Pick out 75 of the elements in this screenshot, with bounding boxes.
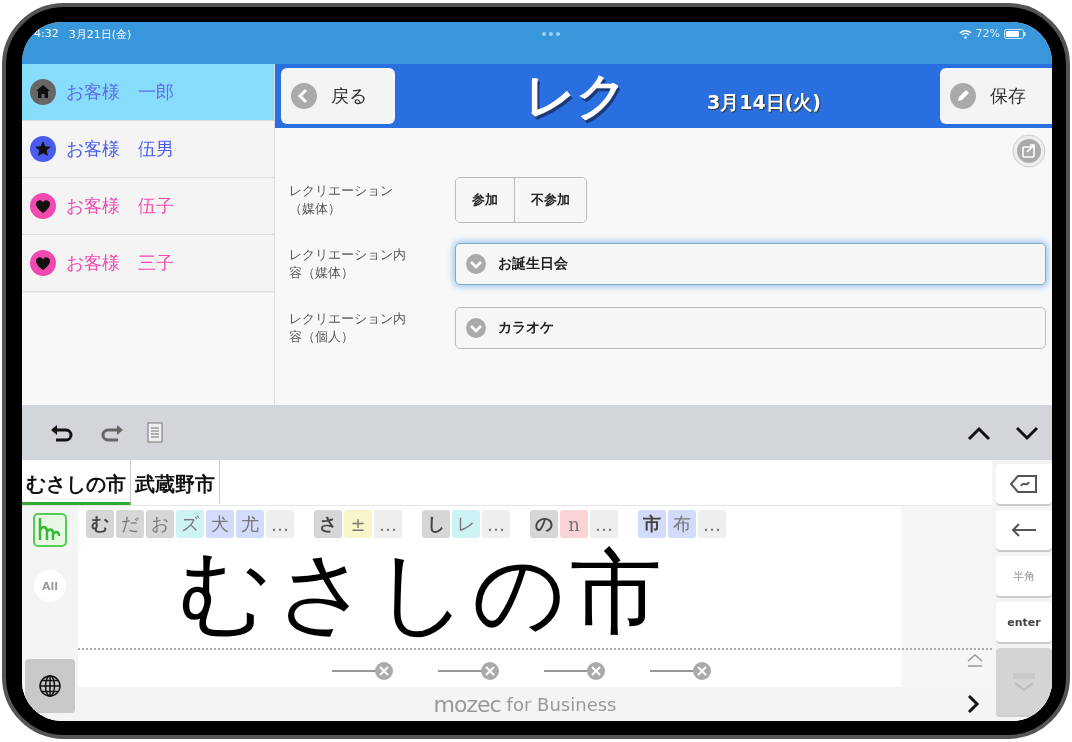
dropdown-field[interactable]: お誕生日会: [455, 243, 1046, 285]
page-title: レク: [525, 65, 627, 127]
chevron-down-icon: [466, 318, 486, 338]
candidate-chip[interactable]: 市: [638, 510, 666, 538]
expand-up-icon[interactable]: [966, 653, 984, 669]
chevron-right-icon[interactable]: [966, 693, 980, 715]
enter-key[interactable]: enter: [996, 602, 1052, 642]
candidate-chip[interactable]: …: [698, 510, 726, 538]
wifi-icon: [958, 28, 972, 39]
chevron-down-icon: [466, 254, 486, 274]
handwriting-mode-icon[interactable]: [32, 512, 68, 548]
customer-name: お客様 伍子: [66, 194, 174, 218]
customer-name: お客様 三子: [66, 251, 174, 275]
customer-name: お客様 一郎: [66, 80, 174, 104]
page-date: 3月14日(火): [707, 90, 822, 115]
customer-name: お客様 伍男: [66, 137, 174, 161]
back-button[interactable]: 戻る: [281, 68, 395, 124]
space-key[interactable]: 半角: [996, 556, 1052, 596]
customer-list-item[interactable]: お客様 伍男: [22, 121, 274, 178]
status-date: 3月21日(金): [68, 27, 132, 42]
backspace-key[interactable]: [996, 464, 1052, 504]
chevron-left-icon: [291, 83, 317, 109]
share-icon[interactable]: [1012, 134, 1046, 168]
arrow-left-icon: [1010, 522, 1038, 538]
customer-list-item[interactable]: お客様 一郎: [22, 64, 274, 121]
status-time: 4:32: [34, 27, 59, 40]
field-label: レクリエーション内: [289, 245, 406, 264]
all-button[interactable]: All: [34, 570, 66, 602]
stroke-delete-icon[interactable]: [438, 661, 500, 681]
candidate-chip[interactable]: の: [530, 510, 558, 538]
battery-percent: 72%: [975, 27, 1000, 40]
candidate-chip[interactable]: 布: [668, 510, 696, 538]
candidate-chip[interactable]: …: [482, 510, 510, 538]
candidate-chip[interactable]: お: [146, 510, 174, 538]
field-label: 容（媒体）: [289, 264, 354, 282]
globe-icon: [38, 674, 62, 698]
cursor-left-key[interactable]: [996, 510, 1052, 550]
field-label: 容（個人）: [289, 328, 354, 346]
conversion-candidate-tab[interactable]: むさしの市: [22, 460, 131, 505]
candidate-chip[interactable]: 犬: [206, 510, 234, 538]
keyboard-hide-icon: [1010, 670, 1038, 693]
field-label: レクリエーション: [289, 181, 393, 200]
candidate-chip[interactable]: …: [374, 510, 402, 538]
candidate-chip[interactable]: さ: [314, 510, 342, 538]
candidate-chip[interactable]: だ: [116, 510, 144, 538]
candidate-chip[interactable]: ±: [344, 510, 372, 538]
candidate-chip[interactable]: …: [266, 510, 294, 538]
stroke-delete-icon[interactable]: [332, 661, 394, 681]
more-dots-icon[interactable]: [541, 31, 562, 37]
customer-list-item[interactable]: お客様 伍子: [22, 178, 274, 235]
candidate-chip[interactable]: し: [422, 510, 450, 538]
candidate-chip[interactable]: ズ: [176, 510, 204, 538]
save-button[interactable]: 保存: [940, 68, 1052, 124]
hide-keyboard-key[interactable]: [996, 648, 1052, 715]
home-icon: [30, 79, 56, 105]
pencil-icon: [950, 83, 976, 109]
customer-list-item[interactable]: お客様 三子: [22, 235, 274, 292]
candidate-chip[interactable]: レ: [452, 510, 480, 538]
field-label: レクリエーション内: [289, 309, 406, 328]
dropdown-field[interactable]: カラオケ: [455, 307, 1046, 349]
stroke-delete-icon[interactable]: [544, 661, 606, 681]
backspace-icon: [1009, 474, 1039, 494]
segment-button[interactable]: 参加: [456, 178, 515, 222]
globe-key[interactable]: [25, 659, 75, 713]
candidate-chip[interactable]: 尤: [236, 510, 264, 538]
candidate-chip[interactable]: …: [590, 510, 618, 538]
candidate-chip[interactable]: む: [86, 510, 114, 538]
brand-tagline: for Business: [506, 693, 617, 715]
brand-logo-text: mozec: [433, 691, 501, 717]
document-icon[interactable]: [146, 421, 164, 444]
candidate-chip[interactable]: n: [560, 510, 588, 538]
field-label: （媒体）: [289, 200, 341, 218]
stroke-delete-icon[interactable]: [650, 661, 712, 681]
battery-icon: [1004, 28, 1026, 39]
conversion-candidate-tab[interactable]: 武蔵野市: [131, 460, 220, 505]
